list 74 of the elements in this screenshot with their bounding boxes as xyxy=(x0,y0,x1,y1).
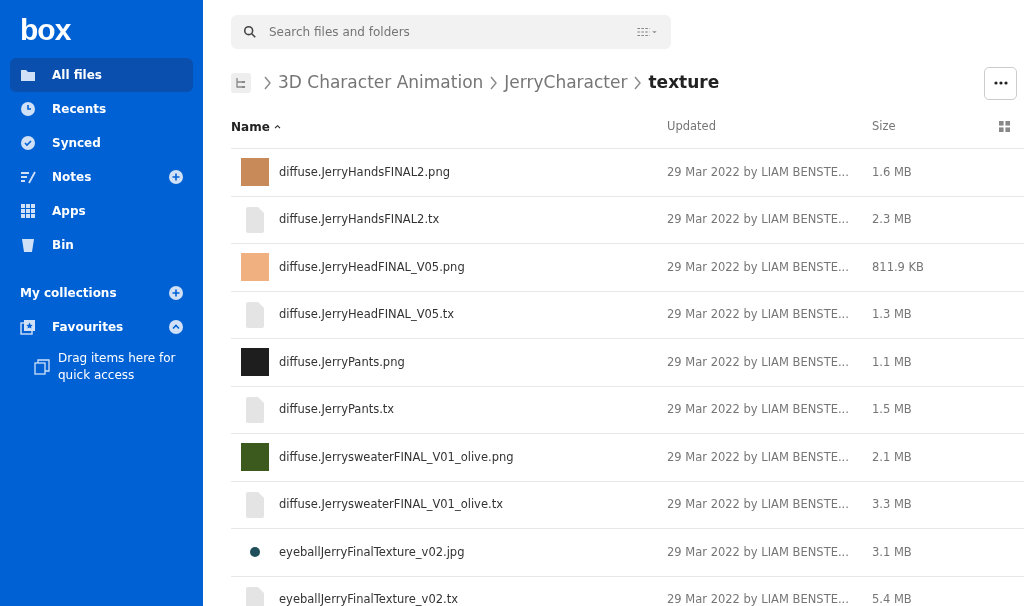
hint-text: Drag items here for quick access xyxy=(58,350,177,384)
search-icon xyxy=(243,25,257,39)
updated-text: 29 Mar 2022 by LIAM BENSTE... xyxy=(667,592,849,606)
add-icon[interactable] xyxy=(169,286,183,300)
file-name-link[interactable]: eyeballJerryFinalTexture_v02.tx xyxy=(279,591,458,606)
grid-view-icon[interactable] xyxy=(999,121,1010,132)
sort-up-icon xyxy=(273,124,281,129)
sidebar-item[interactable]: Notes xyxy=(10,160,193,194)
search-input[interactable]: Search files and folders xyxy=(267,22,635,42)
file-size: 3.1 MB xyxy=(872,544,912,559)
updated-text: 29 Mar 2022 by LIAM BENSTE... xyxy=(667,164,849,179)
file-name-link[interactable]: diffuse.JerryHandsFINAL2.png xyxy=(279,163,450,181)
file-name-link[interactable]: eyeballJerryFinalTexture_v02.jpg xyxy=(279,543,465,561)
logo: box xyxy=(20,12,72,48)
copy-icon xyxy=(34,359,50,375)
file-icon xyxy=(246,206,264,233)
file-icon xyxy=(246,301,264,328)
updated-text: 29 Mar 2022 by LIAM BENSTE... xyxy=(667,354,849,369)
breadcrumb-link[interactable]: JerryCharacter xyxy=(504,70,628,96)
file-size: 2.1 MB xyxy=(872,449,912,464)
file-name-link[interactable]: diffuse.JerryHeadFINAL_V05.png xyxy=(279,258,465,276)
file-name-link[interactable]: diffuse.JerryHandsFINAL2.tx xyxy=(279,211,440,229)
clock-icon xyxy=(20,101,36,117)
file-icon xyxy=(246,491,264,518)
search-field[interactable]: Search files and folders xyxy=(231,15,671,49)
updated-text: 29 Mar 2022 by LIAM BENSTE... xyxy=(667,497,849,512)
more-icon xyxy=(993,81,1008,85)
column-header[interactable]: Updated xyxy=(667,118,716,133)
folder-tree-icon[interactable] xyxy=(231,73,251,93)
chevron-right-icon xyxy=(489,76,499,90)
apps-grid-icon xyxy=(20,203,36,219)
sidebar-item[interactable]: Apps xyxy=(10,194,193,228)
file-size: 1.5 MB xyxy=(872,402,912,417)
star-card-icon xyxy=(20,319,36,335)
chevron-right-icon xyxy=(263,76,272,90)
section-title: My collections xyxy=(20,285,117,302)
file-name-link[interactable]: diffuse.JerryPants.png xyxy=(279,353,405,371)
bin-icon xyxy=(20,237,36,253)
column-header[interactable]: Size xyxy=(872,118,896,133)
add-icon[interactable] xyxy=(169,170,183,184)
file-name-link[interactable]: diffuse.JerrysweaterFINAL_V01_olive.png xyxy=(279,448,514,466)
collapse-icon[interactable] xyxy=(169,320,183,334)
file-size: 3.3 MB xyxy=(872,497,912,512)
file-name-link[interactable]: diffuse.JerrysweaterFINAL_V01_olive.tx xyxy=(279,496,503,514)
file-size: 5.4 MB xyxy=(872,592,912,606)
file-size: 1.6 MB xyxy=(872,164,912,179)
breadcrumb-link[interactable]: 3D Character Animation xyxy=(278,70,484,96)
sidebar-item[interactable]: Favourites xyxy=(10,310,193,344)
sidebar-item[interactable]: All files xyxy=(10,58,193,92)
more-button[interactable] xyxy=(984,66,1017,100)
folder-icon xyxy=(20,67,36,83)
notes-icon xyxy=(20,169,36,185)
updated-text: 29 Mar 2022 by LIAM BENSTE... xyxy=(667,544,849,559)
file-size: 1.3 MB xyxy=(872,307,912,322)
file-name-link[interactable]: diffuse.JerryPants.tx xyxy=(279,401,395,419)
filter-icon[interactable] xyxy=(635,25,659,39)
chevron-right-icon xyxy=(633,76,643,90)
file-size: 811.9 KB xyxy=(872,259,924,274)
sidebar-item[interactable]: Bin xyxy=(10,228,193,262)
file-size: 2.3 MB xyxy=(872,212,912,227)
sidebar-item[interactable]: Synced xyxy=(10,126,193,160)
file-icon xyxy=(246,586,264,606)
updated-text: 29 Mar 2022 by LIAM BENSTE... xyxy=(667,449,849,464)
updated-text: 29 Mar 2022 by LIAM BENSTE... xyxy=(667,307,849,322)
updated-text: 29 Mar 2022 by LIAM BENSTE... xyxy=(667,402,849,417)
file-name-link[interactable]: diffuse.JerryHeadFINAL_V05.tx xyxy=(279,306,455,324)
column-header[interactable]: Name xyxy=(231,117,270,136)
file-icon xyxy=(246,396,264,423)
current-folder: texture xyxy=(648,71,720,95)
updated-text: 29 Mar 2022 by LIAM BENSTE... xyxy=(667,259,849,274)
sidebar-item[interactable]: Recents xyxy=(10,92,193,126)
updated-text: 29 Mar 2022 by LIAM BENSTE... xyxy=(667,212,849,227)
check-circle-icon xyxy=(20,135,36,151)
file-size: 1.1 MB xyxy=(872,354,912,369)
